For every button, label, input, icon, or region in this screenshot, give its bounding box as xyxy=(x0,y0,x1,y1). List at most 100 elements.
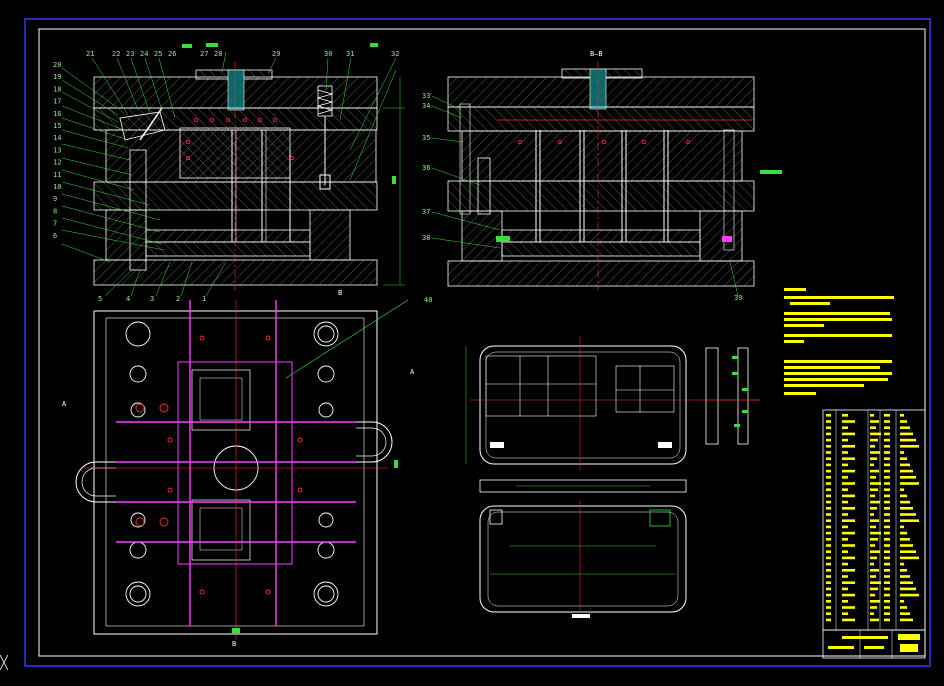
bom-cell xyxy=(870,445,875,448)
bom-cell xyxy=(870,469,879,473)
bom-cell xyxy=(900,507,913,510)
bom-cell xyxy=(884,432,890,436)
part-callout-37: 37 xyxy=(422,208,430,216)
bom-cell xyxy=(870,600,880,603)
section-cut-label: B xyxy=(232,640,236,648)
bom-cell xyxy=(842,476,848,479)
bom-cell xyxy=(842,618,855,622)
bom-cell xyxy=(884,562,890,566)
bom-cell xyxy=(842,525,848,529)
bom-cell xyxy=(884,507,890,510)
bom-cell xyxy=(884,482,890,485)
bom-cell xyxy=(884,587,890,591)
bom-cell xyxy=(842,531,855,535)
bom-cell xyxy=(826,432,831,436)
bom-cell xyxy=(884,445,890,448)
part-callout-31: 31 xyxy=(346,50,354,58)
bom-cell xyxy=(884,538,890,541)
part-callout-15: 15 xyxy=(53,122,61,130)
title-block xyxy=(822,629,926,659)
part-bottom-view xyxy=(479,500,687,618)
bom-cell xyxy=(900,513,916,516)
bom-cell xyxy=(900,463,910,467)
bom-cell xyxy=(842,463,848,467)
part-callout-12: 12 xyxy=(53,159,61,167)
bom-cell xyxy=(884,469,890,473)
bom-cell xyxy=(870,507,877,510)
bom-cell xyxy=(884,531,890,535)
bom-cell xyxy=(826,531,831,535)
bom-cell xyxy=(826,544,831,547)
bom-cell xyxy=(842,569,855,572)
part-callout-24: 24 xyxy=(140,50,148,58)
part-callout-10: 10 xyxy=(53,183,61,191)
part-top-view xyxy=(465,336,760,470)
part-callout-5: 5 xyxy=(98,295,102,303)
bom-cell xyxy=(826,556,831,560)
part-callout-23: 23 xyxy=(126,50,134,58)
bom-cell xyxy=(884,569,890,572)
bom-cell xyxy=(842,544,855,547)
bom-cell xyxy=(884,488,890,491)
part-callout-27: 27 xyxy=(200,50,208,58)
section-cut-label: A xyxy=(62,400,67,408)
bom-cell xyxy=(870,556,877,560)
part-callout-16: 16 xyxy=(53,110,61,118)
bom-cell xyxy=(884,575,890,578)
part-callout-14: 14 xyxy=(53,134,61,142)
bom-cell xyxy=(900,469,913,473)
part-callout-35: 35 xyxy=(422,134,430,142)
part-callout-30: 30 xyxy=(324,50,332,58)
bom-cell xyxy=(884,612,890,615)
part-callout-26: 26 xyxy=(168,50,176,58)
bom-cell xyxy=(870,550,880,553)
bill-of-materials-table xyxy=(822,409,926,631)
bom-cell xyxy=(884,463,890,467)
bom-cell xyxy=(826,476,831,479)
bom-cell xyxy=(884,618,890,622)
bom-cell xyxy=(842,414,848,417)
bom-cell xyxy=(826,482,831,485)
bom-cell xyxy=(826,606,831,609)
part-callout-4: 4 xyxy=(126,295,130,303)
bom-cell xyxy=(900,593,919,597)
side-section-view xyxy=(431,62,782,297)
bom-cell xyxy=(870,581,881,584)
bom-cell xyxy=(870,451,880,454)
bom-cell xyxy=(826,507,831,510)
part-callout-17: 17 xyxy=(53,98,61,106)
bom-cell xyxy=(884,525,890,529)
part-callout-20: 20 xyxy=(53,61,61,69)
bom-cell xyxy=(826,587,831,591)
bom-cell xyxy=(900,618,913,622)
bom-cell xyxy=(826,451,831,454)
bom-cell xyxy=(900,538,910,541)
part-callout-1: 1 xyxy=(202,295,206,303)
bom-cell xyxy=(842,581,855,584)
bom-cell xyxy=(826,445,831,448)
cad-drawing-canvas: 21 22 23 24 25 26 27 28 29 30 31 322019181716151413… xyxy=(24,18,931,667)
bom-cell xyxy=(900,476,916,479)
part-callout-33: 33 xyxy=(422,92,430,100)
bom-cell xyxy=(842,587,848,591)
part-callout-9: 9 xyxy=(53,195,57,203)
part-callout-28: 28 xyxy=(214,50,222,58)
bom-cell xyxy=(884,457,890,460)
part-callout-32: 32 xyxy=(391,50,399,58)
part-callout-2: 2 xyxy=(176,295,180,303)
bom-cell xyxy=(842,612,848,615)
bom-cell xyxy=(870,420,879,423)
bom-cell xyxy=(884,451,890,454)
bom-cell xyxy=(884,606,890,609)
bom-cell xyxy=(826,488,831,491)
bom-cell xyxy=(870,562,874,566)
bom-cell xyxy=(870,519,879,522)
bom-cell xyxy=(870,414,874,417)
bom-cell xyxy=(870,438,878,442)
part-callout-21: 21 xyxy=(86,50,94,58)
bom-cell xyxy=(870,612,874,615)
bom-cell xyxy=(900,426,910,429)
bom-cell xyxy=(826,457,831,460)
bom-cell xyxy=(842,488,848,491)
part-callout-3: 3 xyxy=(150,295,154,303)
